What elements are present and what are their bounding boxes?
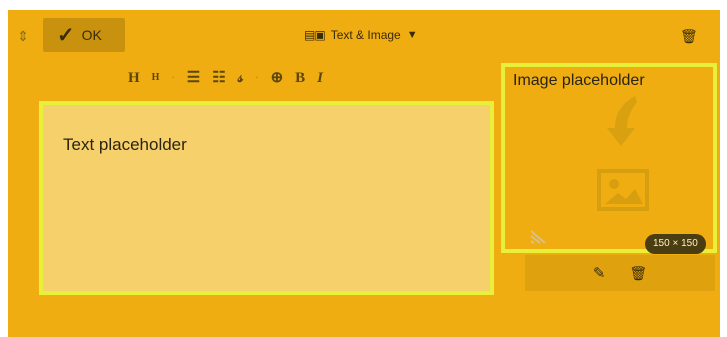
block-type-label: Text & Image	[330, 28, 401, 42]
block-type-select[interactable]: ▤▣ Text & Image ▼	[304, 28, 418, 42]
image-icon	[597, 169, 649, 211]
curved-arrow-down-icon	[607, 96, 637, 146]
image-placeholder-title: Image placeholder	[513, 72, 645, 89]
heading-2-button[interactable]: H	[152, 68, 160, 88]
text-placeholder: Text placeholder	[63, 135, 187, 154]
ok-button[interactable]: ✓ OK	[43, 18, 125, 52]
numbered-list-button[interactable]: ☷	[212, 68, 225, 88]
content-block: ⇕ ✓ OK ▤▣ Text & Image ▼ 🗑 H H · ☰ ☷ 𝓈 ·…	[8, 10, 720, 337]
delete-block-button[interactable]: 🗑	[680, 28, 698, 44]
format-separator-2: ·	[255, 72, 259, 84]
heading-1-button[interactable]: H	[128, 68, 140, 88]
italic-button[interactable]: I	[317, 68, 323, 88]
image-drop-area[interactable]: Image placeholder 150 × 150	[501, 63, 717, 254]
block-toolbar: ⇕ ✓ OK ▤▣ Text & Image ▼ 🗑	[8, 10, 720, 60]
trash-icon[interactable]: 🗑	[629, 265, 647, 282]
pencil-icon[interactable]: ✎	[593, 264, 606, 282]
caret-down-icon: ▼	[406, 29, 418, 41]
bold-button[interactable]: B	[295, 68, 305, 88]
format-separator: ·	[171, 72, 175, 84]
text-image-icon: ▤▣	[304, 28, 326, 42]
resize-corner-icon[interactable]	[529, 229, 547, 245]
move-vertical-icon[interactable]: ⇕	[14, 27, 32, 45]
image-size-badge: 150 × 150	[645, 234, 706, 254]
strikethrough-button[interactable]: ⊕	[271, 68, 284, 88]
ok-button-label: OK	[81, 27, 102, 43]
trash-icon: 🗑	[680, 28, 698, 44]
image-actions-bar: ✎ 🗑	[525, 255, 715, 291]
link-button[interactable]: 𝓈	[238, 68, 244, 88]
format-toolbar: H H · ☰ ☷ 𝓈 · ⊕ B I	[128, 68, 323, 88]
text-editor-area[interactable]: Text placeholder	[39, 101, 494, 295]
check-icon: ✓	[57, 23, 75, 47]
bulleted-list-button[interactable]: ☰	[187, 68, 200, 88]
